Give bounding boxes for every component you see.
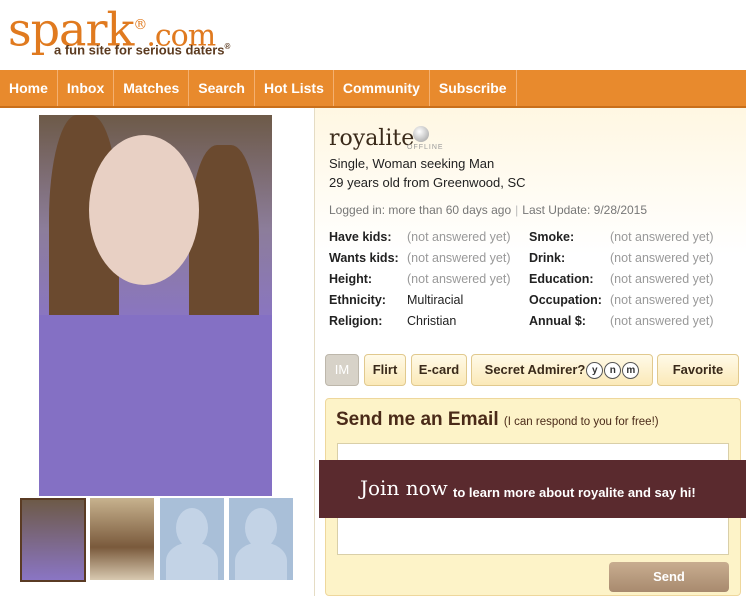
nav-matches[interactable]: Matches — [114, 70, 190, 106]
join-now-banner[interactable]: Join now to learn more about royalite an… — [319, 460, 746, 518]
nav-inbox[interactable]: Inbox — [58, 70, 115, 106]
offline-status-label: OFFLINE — [407, 144, 444, 151]
profile-seeking: Single, Woman seeking Man — [329, 156, 495, 171]
im-button[interactable]: IM — [325, 354, 359, 386]
tagline: a fun site for serious daters® — [54, 42, 230, 57]
nav-search[interactable]: Search — [189, 70, 255, 106]
attr-value: Multiracial — [407, 293, 464, 307]
attr-row: Occupation: (not answered yet) — [529, 293, 714, 313]
nav-home[interactable]: Home — [0, 70, 58, 106]
attr-label: Height: — [329, 272, 373, 286]
attr-value: Christian — [407, 314, 457, 328]
secret-admirer-button[interactable]: Secret Admirer? y n m — [471, 354, 653, 386]
site-header: spark®.com a fun site for serious daters… — [0, 0, 746, 70]
attr-label: Annual $: — [529, 314, 586, 328]
attr-value: (not answered yet) — [407, 230, 511, 244]
nav-hot-lists[interactable]: Hot Lists — [255, 70, 334, 106]
profile-panel: royalite OFFLINE Single, Woman seeking M… — [315, 108, 746, 596]
secret-admirer-label: Secret Admirer? — [484, 362, 586, 377]
join-now-text: Join now — [360, 476, 448, 500]
main-nav: Home Inbox Matches Search Hot Lists Comm… — [0, 70, 746, 108]
nav-subscribe[interactable]: Subscribe — [430, 70, 517, 106]
profile-username: royalite — [329, 126, 415, 151]
tagline-text: a fun site for serious daters — [54, 42, 225, 58]
attr-label: Occupation: — [529, 293, 602, 307]
photo-column — [0, 108, 315, 596]
attr-row: Religion: Christian — [329, 314, 456, 334]
nav-community[interactable]: Community — [334, 70, 430, 106]
attr-label: Smoke: — [529, 230, 575, 244]
attr-row: Drink: (not answered yet) — [529, 251, 714, 271]
photo-shape — [89, 135, 199, 285]
attr-row: Smoke: (not answered yet) — [529, 230, 714, 250]
secret-admirer-no-icon[interactable]: n — [604, 362, 622, 380]
thumbnail-placeholder-4[interactable] — [229, 498, 293, 580]
profile-activity: Logged in: more than 60 days ago | Last Up… — [329, 203, 647, 217]
photo-shape — [39, 315, 272, 496]
secret-admirer-yes-icon[interactable]: y — [586, 362, 604, 380]
attr-row: Wants kids: (not answered yet) — [329, 251, 511, 271]
logo-reg: ® — [133, 17, 147, 33]
thumbnail-1[interactable] — [20, 498, 86, 582]
meta-separator: | — [515, 203, 519, 217]
ecard-button[interactable]: E-card — [411, 354, 467, 386]
attr-value: (not answered yet) — [610, 272, 714, 286]
attr-label: Education: — [529, 272, 594, 286]
join-now-subtext: to learn more about royalite and say hi! — [453, 485, 696, 500]
attr-value: (not answered yet) — [407, 272, 511, 286]
attr-label: Ethnicity: — [329, 293, 386, 307]
attr-value: (not answered yet) — [610, 230, 714, 244]
attr-row: Education: (not answered yet) — [529, 272, 714, 292]
profile-age-location: 29 years old from Greenwood, SC — [329, 175, 526, 190]
email-subtitle: (I can respond to you for free!) — [503, 416, 659, 428]
attr-value: (not answered yet) — [610, 251, 714, 265]
main-profile-photo[interactable] — [39, 115, 272, 496]
email-title-text: Send me an Email — [336, 409, 499, 430]
send-button[interactable]: Send — [609, 562, 729, 592]
attr-value: (not answered yet) — [407, 251, 511, 265]
attr-row: Ethnicity: Multiracial — [329, 293, 463, 313]
logged-in-text: Logged in: more than 60 days ago — [329, 203, 512, 217]
flirt-button[interactable]: Flirt — [364, 354, 406, 386]
attr-value: (not answered yet) — [610, 293, 714, 307]
thumbnail-2[interactable] — [90, 498, 154, 580]
email-title: Send me an Email (I can respond to you f… — [336, 409, 659, 431]
attr-row: Have kids: (not answered yet) — [329, 230, 511, 250]
attr-label: Religion: — [329, 314, 383, 328]
secret-admirer-maybe-icon[interactable]: m — [622, 362, 640, 380]
tagline-reg: ® — [224, 42, 231, 51]
last-update-text: Last Update: 9/28/2015 — [522, 203, 648, 217]
attr-label: Wants kids: — [329, 251, 399, 265]
attr-row: Annual $: (not answered yet) — [529, 314, 714, 334]
attr-label: Drink: — [529, 251, 566, 265]
offline-status-icon — [413, 126, 429, 142]
silhouette-icon — [235, 542, 287, 580]
thumbnail-placeholder-3[interactable] — [160, 498, 224, 580]
favorite-button[interactable]: Favorite — [657, 354, 739, 386]
silhouette-icon — [166, 542, 218, 580]
attr-row: Height: (not answered yet) — [329, 272, 511, 292]
attr-value: (not answered yet) — [610, 314, 714, 328]
attr-label: Have kids: — [329, 230, 392, 244]
